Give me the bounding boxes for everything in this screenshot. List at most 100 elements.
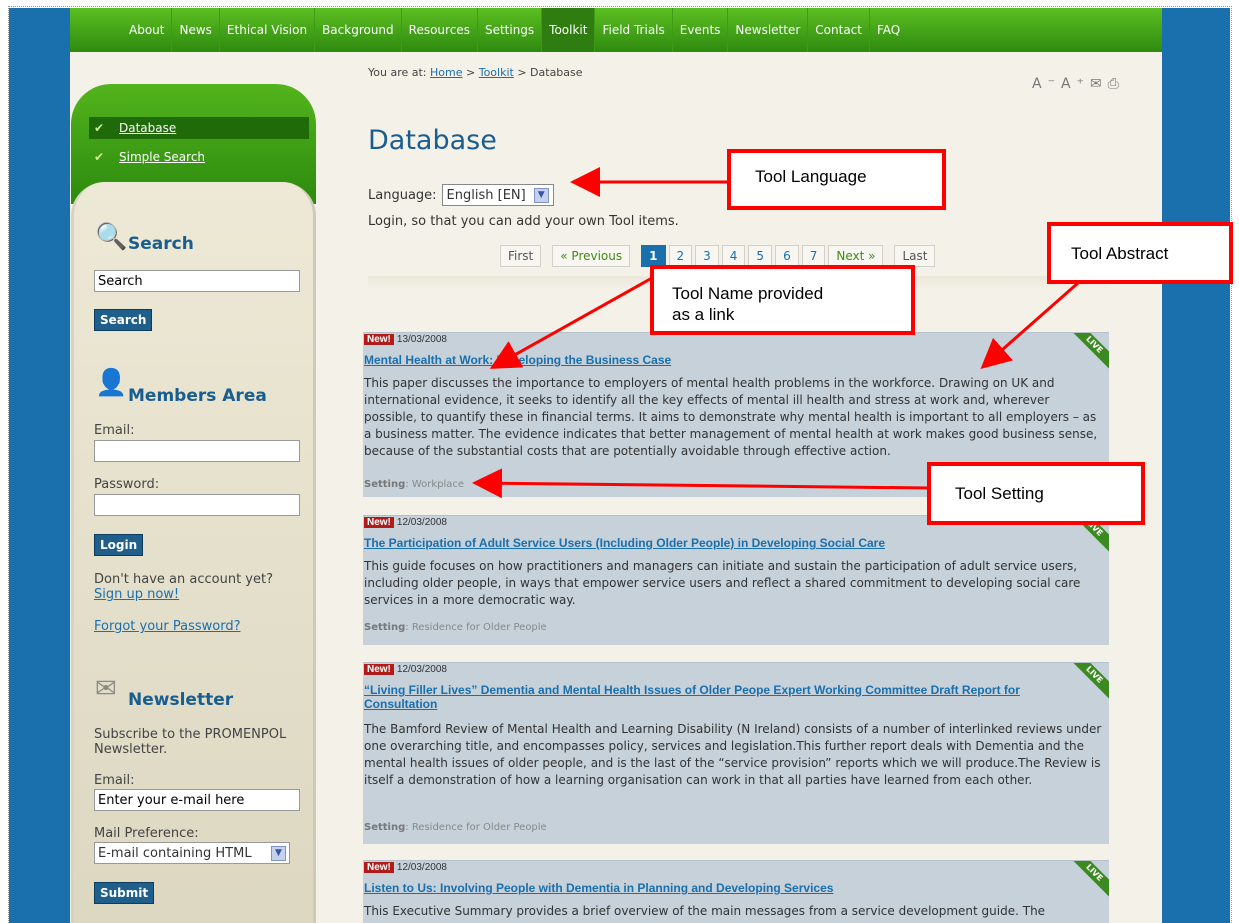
item-abstract: This guide focuses on how practitioners … [364, 559, 1081, 607]
pager-first[interactable]: First [500, 245, 542, 267]
item-title-link[interactable]: “Living Filler Lives” Dementia and Menta… [364, 683, 1084, 711]
new-badge: New! [364, 862, 394, 873]
item-meta: New! 13/03/2008 [364, 334, 447, 345]
search-input[interactable] [94, 270, 300, 292]
nav-faq[interactable]: FAQ [870, 8, 907, 52]
password-label: Password: [94, 477, 160, 492]
callout-tool-name-line1: Tool Name provided [672, 284, 824, 303]
item-abstract: This paper discusses the importance to e… [364, 376, 1098, 458]
page-background-right [1162, 8, 1230, 923]
callout-tool-language: Tool Language [727, 149, 946, 210]
email-field[interactable] [94, 440, 300, 462]
breadcrumb-separator: > [466, 66, 476, 79]
newsletter-email-field[interactable] [94, 789, 300, 811]
newsletter-desc-line2: Newsletter. [94, 742, 168, 757]
item-meta: New! 12/03/2008 [364, 517, 447, 528]
signup-link[interactable]: Sign up now! [94, 587, 179, 602]
item-date: 12/03/2008 [396, 517, 447, 528]
list-item: New! 12/03/2008 The Participation of Adul… [363, 515, 1109, 645]
breadcrumb-separator: > [517, 66, 527, 79]
search-button[interactable]: Search [94, 309, 153, 331]
pager-previous[interactable]: « Previous [552, 245, 631, 267]
setting-label: Setting [364, 479, 406, 490]
nav-background[interactable]: Background [315, 8, 401, 52]
chevron-down-icon: ▼ [271, 845, 286, 861]
forgot-password-link[interactable]: Forgot your Password? [94, 619, 241, 634]
pager-page-6[interactable]: 6 [775, 245, 799, 267]
print-icon[interactable]: ⎙ [1108, 76, 1125, 92]
pager-page-3[interactable]: 3 [695, 245, 719, 267]
pager-next-label: Next [836, 249, 865, 263]
password-field[interactable] [94, 494, 300, 516]
login-note: Login, so that you can add your own Tool… [368, 214, 679, 229]
breadcrumb-home-link[interactable]: Home [430, 66, 462, 79]
mail-preference-value: E-mail containing HTML [98, 845, 252, 861]
nav-settings[interactable]: Settings [478, 8, 541, 52]
nav-about[interactable]: About [122, 8, 171, 52]
pager-page-4[interactable]: 4 [721, 245, 746, 267]
callout-tool-setting: Tool Setting [927, 462, 1145, 525]
sidebar-item-database[interactable]: ✔ Database [89, 117, 309, 139]
login-button[interactable]: Login [94, 534, 144, 556]
pager-page-5[interactable]: 5 [748, 245, 773, 267]
nav-newsletter[interactable]: Newsletter [728, 8, 807, 52]
pager-previous-label: Previous [571, 249, 623, 263]
newsletter-submit-button[interactable]: Submit [94, 882, 155, 904]
newsletter-email-label: Email: [94, 773, 135, 788]
nav-toolkit[interactable]: Toolkit [542, 8, 595, 52]
sidebar: ✔ Database ✔ Simple Search 🔍 Search Sear… [71, 84, 316, 923]
sidebar-panel: 🔍 Search Search 👤 Members Area Email: Pa… [71, 182, 316, 923]
pager-next[interactable]: Next » [828, 245, 884, 267]
setting-label: Setting [364, 822, 406, 833]
item-setting: Setting: Workplace [364, 479, 465, 490]
item-abstract: The Bamford Review of Mental Health and … [364, 722, 1102, 787]
setting-label: Setting [364, 622, 406, 633]
envelope-icon: ✉ [95, 674, 117, 704]
item-date: 12/03/2008 [396, 664, 447, 675]
pager-page-1[interactable]: 1 [641, 245, 666, 267]
sidebar-item-label: Database [119, 121, 177, 135]
newsletter-heading: Newsletter [128, 690, 234, 710]
breadcrumb-prefix: You are at: [368, 66, 427, 79]
mail-preference-label: Mail Preference: [94, 826, 199, 841]
language-select[interactable]: English [EN] ▼ [441, 184, 554, 206]
user-icon: 👤 [95, 368, 128, 398]
list-item: New! 12/03/2008 “Living Filler Lives” Dem… [363, 662, 1109, 844]
language-label: Language: [368, 187, 437, 203]
breadcrumb-toolkit-link[interactable]: Toolkit [479, 66, 514, 79]
pager-page-7[interactable]: 7 [801, 245, 826, 267]
item-title-link[interactable]: Mental Health at Work: Developing the Bu… [364, 353, 1084, 367]
pager-page-2[interactable]: 2 [668, 245, 693, 267]
mail-preference-select[interactable]: E-mail containing HTML ▼ [94, 842, 290, 864]
email-label: Email: [94, 423, 135, 438]
setting-value: Residence for Older People [411, 822, 547, 833]
increase-font-icon[interactable]: A⁺ [1061, 76, 1090, 92]
nav-field-trials[interactable]: Field Trials [595, 8, 671, 52]
nav-events[interactable]: Events [673, 8, 728, 52]
check-icon: ✔ [94, 121, 105, 135]
item-title-link[interactable]: Listen to Us: Involving People with Deme… [364, 881, 1084, 895]
nav-contact[interactable]: Contact [808, 8, 869, 52]
setting-value: Residence for Older People [411, 622, 547, 633]
newsletter-desc-line1: Subscribe to the PROMENPOL [94, 727, 287, 742]
item-meta: New! 12/03/2008 [364, 862, 447, 873]
page-title: Database [368, 125, 497, 156]
nav-ethical-vision[interactable]: Ethical Vision [220, 8, 314, 52]
send-email-icon[interactable]: ✉ [1090, 76, 1108, 92]
callout-tool-abstract: Tool Abstract [1047, 222, 1233, 284]
search-heading: Search [128, 234, 194, 254]
sidebar-item-simple-search[interactable]: ✔ Simple Search [89, 146, 309, 168]
item-meta: New! 12/03/2008 [364, 664, 447, 675]
language-value: English [EN] [446, 187, 526, 203]
new-badge: New! [364, 664, 394, 675]
decrease-font-icon[interactable]: A⁻ [1032, 76, 1061, 92]
callout-tool-name-line2: as a link [672, 305, 735, 324]
nav-news[interactable]: News [172, 8, 218, 52]
item-title-link[interactable]: The Participation of Adult Service Users… [364, 536, 1084, 550]
nav-resources[interactable]: Resources [402, 8, 477, 52]
pager-last[interactable]: Last [894, 245, 936, 267]
item-setting: Setting: Residence for Older People [364, 622, 547, 633]
new-badge: New! [364, 334, 394, 345]
page-background-left [9, 8, 70, 923]
language-row: Language: English [EN] ▼ [368, 184, 554, 206]
